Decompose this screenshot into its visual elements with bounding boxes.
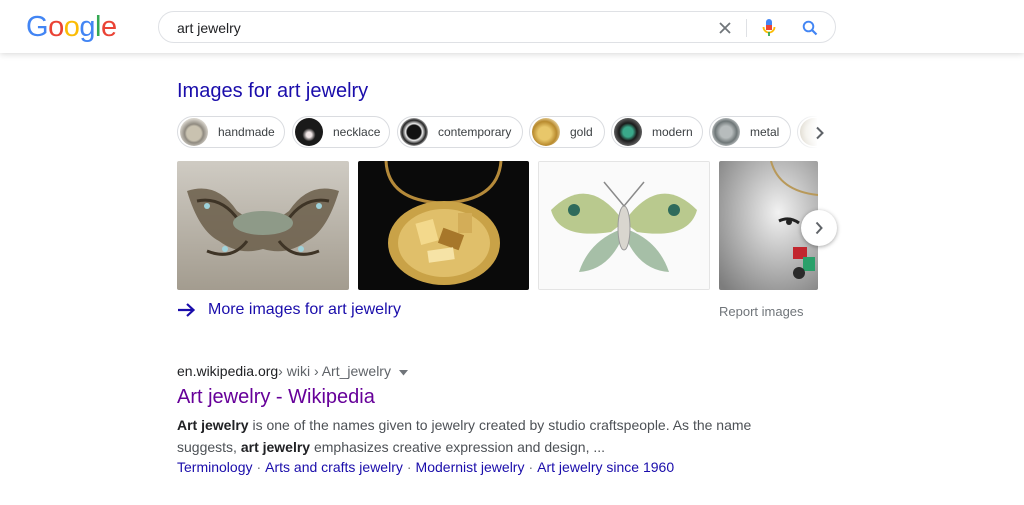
snippet-line-2: suggests, art jewelry emphasizes creativ…: [177, 436, 757, 458]
chip-thumbnail: [180, 118, 208, 146]
logo-letter: o: [48, 11, 64, 43]
result-url: en.wikipedia.org › wiki › Art_jewelry: [177, 363, 408, 379]
chip-metal[interactable]: metal: [709, 116, 791, 148]
images-scroll-right-button[interactable]: [801, 210, 837, 246]
sitelink-modernist[interactable]: Modernist jewelry: [416, 459, 525, 475]
google-logo[interactable]: Google: [26, 11, 117, 44]
chip-modern[interactable]: modern: [611, 116, 703, 148]
chip-thumbnail: [532, 118, 560, 146]
chip-necklace[interactable]: necklace: [292, 116, 390, 148]
result-snippet: Art jewelry is one of the names given to…: [177, 414, 757, 458]
chip-label: necklace: [333, 125, 381, 139]
chip-label: gold: [570, 125, 593, 139]
sitelink-separator: ·: [406, 459, 412, 475]
voice-search-button[interactable]: [759, 17, 779, 39]
report-images-link[interactable]: Report images: [719, 304, 804, 319]
arrow-right-icon: [178, 303, 196, 317]
chip-gold[interactable]: gold: [529, 116, 605, 148]
search-input[interactable]: [177, 18, 677, 38]
search-box: [158, 11, 836, 43]
clear-search-button[interactable]: [715, 18, 735, 38]
microphone-icon: [762, 19, 776, 36]
result-path: › wiki › Art_jewelry: [278, 363, 391, 379]
search-divider: [746, 19, 747, 37]
sitelink-terminology[interactable]: Terminology: [177, 459, 252, 475]
images-section-title[interactable]: Images for art jewelry: [177, 80, 368, 103]
logo-letter: g: [79, 11, 95, 43]
snippet-text: emphasizes creative expression and desig…: [310, 439, 606, 455]
sitelink-since-1960[interactable]: Art jewelry since 1960: [537, 459, 674, 475]
search-submit-button[interactable]: [799, 17, 821, 39]
sitelink-separator: ·: [528, 459, 534, 475]
chip-label: metal: [750, 125, 780, 139]
chevron-right-icon: [816, 126, 824, 140]
image-thumbnail: [358, 161, 529, 290]
google-logo-letters: Google: [26, 11, 117, 44]
result-sitelinks: Terminology · Arts and crafts jewelry · Mode…: [177, 459, 674, 475]
sitelink-arts-and-crafts[interactable]: Arts and crafts jewelry: [265, 459, 403, 475]
snippet-line-1: Art jewelry is one of the names given to…: [177, 414, 757, 436]
close-icon: [719, 22, 731, 34]
chip-thumbnail: [400, 118, 428, 146]
result-title-link[interactable]: Art jewelry - Wikipedia: [177, 386, 375, 409]
chip-label: handmade: [218, 125, 275, 139]
more-images-label: More images for art jewelry: [208, 301, 401, 318]
logo-letter: o: [63, 11, 80, 43]
sitelink-separator: ·: [256, 459, 262, 475]
image-result-1[interactable]: [177, 161, 349, 290]
logo-letter: e: [100, 11, 117, 43]
image-thumbnail: [539, 162, 709, 289]
search-icon: [802, 20, 818, 36]
chips-scroll-right-button[interactable]: [810, 122, 830, 144]
image-filter-chips: handmade necklace contemporary gold mode…: [177, 116, 817, 150]
chip-thumbnail: [295, 118, 323, 146]
image-result-3[interactable]: [538, 161, 710, 290]
more-images-link[interactable]: More images for art jewelry: [177, 301, 401, 319]
image-result-2[interactable]: [358, 161, 529, 290]
snippet-text: is one of the names given to jewelry cre…: [248, 417, 752, 433]
chip-contemporary[interactable]: contemporary: [397, 116, 523, 148]
snippet-text: suggests,: [177, 439, 241, 455]
chip-label: contemporary: [438, 125, 512, 139]
image-thumbnail: [177, 161, 349, 290]
logo-letter: G: [26, 11, 49, 43]
caret-down-icon: [398, 370, 408, 376]
chevron-right-icon: [815, 221, 823, 235]
chip-thumbnail: [712, 118, 740, 146]
result-options-button[interactable]: [398, 363, 408, 379]
result-domain: en.wikipedia.org: [177, 363, 279, 379]
chip-thumbnail: [614, 118, 642, 146]
chip-label: modern: [652, 125, 693, 139]
chip-handmade[interactable]: handmade: [177, 116, 285, 148]
snippet-bold: art jewelry: [240, 439, 311, 455]
snippet-bold: Art jewelry: [177, 417, 249, 433]
top-bar: Google: [0, 0, 1024, 53]
